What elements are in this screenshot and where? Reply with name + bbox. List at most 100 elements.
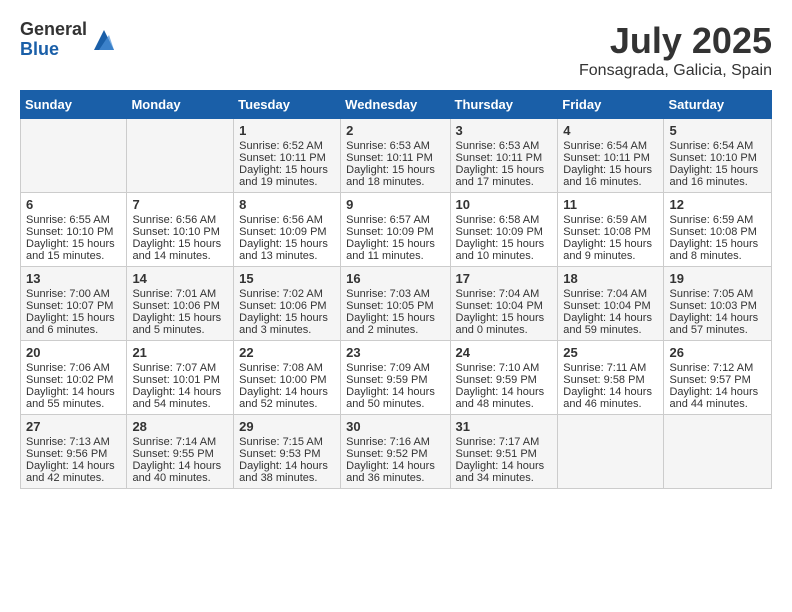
day-info: Sunset: 10:11 PM [239, 152, 335, 164]
day-info: Sunset: 10:09 PM [456, 226, 553, 238]
day-info: Daylight: 14 hours and 48 minutes. [456, 386, 553, 410]
day-info: Sunrise: 6:56 AM [239, 214, 335, 226]
day-number: 10 [456, 197, 553, 212]
calendar-cell: 23Sunrise: 7:09 AMSunset: 9:59 PMDayligh… [341, 341, 450, 415]
day-info: Daylight: 15 hours and 14 minutes. [132, 238, 228, 262]
day-number: 7 [132, 197, 228, 212]
day-info: Sunrise: 7:00 AM [26, 288, 121, 300]
day-info: Sunset: 10:08 PM [563, 226, 658, 238]
day-info: Daylight: 14 hours and 42 minutes. [26, 460, 121, 484]
day-info: Daylight: 15 hours and 9 minutes. [563, 238, 658, 262]
day-number: 19 [669, 271, 766, 286]
day-info: Daylight: 15 hours and 6 minutes. [26, 312, 121, 336]
logo-text: General Blue [20, 20, 87, 60]
calendar-cell: 1Sunrise: 6:52 AMSunset: 10:11 PMDayligh… [234, 119, 341, 193]
calendar-cell: 7Sunrise: 6:56 AMSunset: 10:10 PMDayligh… [127, 193, 234, 267]
day-info: Sunset: 9:53 PM [239, 448, 335, 460]
day-number: 22 [239, 345, 335, 360]
weekday-header-thursday: Thursday [450, 91, 558, 119]
day-info: Daylight: 15 hours and 19 minutes. [239, 164, 335, 188]
day-number: 31 [456, 419, 553, 434]
calendar-header-row: SundayMondayTuesdayWednesdayThursdayFrid… [21, 91, 772, 119]
weekday-header-wednesday: Wednesday [341, 91, 450, 119]
calendar-week-row: 27Sunrise: 7:13 AMSunset: 9:56 PMDayligh… [21, 415, 772, 489]
day-info: Sunset: 9:59 PM [346, 374, 444, 386]
calendar-week-row: 1Sunrise: 6:52 AMSunset: 10:11 PMDayligh… [21, 119, 772, 193]
day-info: Sunrise: 7:15 AM [239, 436, 335, 448]
day-info: Sunset: 9:58 PM [563, 374, 658, 386]
calendar-cell: 10Sunrise: 6:58 AMSunset: 10:09 PMDaylig… [450, 193, 558, 267]
calendar-cell: 3Sunrise: 6:53 AMSunset: 10:11 PMDayligh… [450, 119, 558, 193]
day-number: 6 [26, 197, 121, 212]
logo-icon [89, 25, 119, 55]
day-number: 12 [669, 197, 766, 212]
calendar-cell: 4Sunrise: 6:54 AMSunset: 10:11 PMDayligh… [558, 119, 664, 193]
calendar-cell: 30Sunrise: 7:16 AMSunset: 9:52 PMDayligh… [341, 415, 450, 489]
calendar-cell: 11Sunrise: 6:59 AMSunset: 10:08 PMDaylig… [558, 193, 664, 267]
logo: General Blue [20, 20, 119, 60]
day-info: Sunrise: 7:04 AM [563, 288, 658, 300]
day-number: 13 [26, 271, 121, 286]
weekday-header-saturday: Saturday [664, 91, 772, 119]
calendar-cell: 14Sunrise: 7:01 AMSunset: 10:06 PMDaylig… [127, 267, 234, 341]
day-info: Sunrise: 6:57 AM [346, 214, 444, 226]
calendar-cell: 27Sunrise: 7:13 AMSunset: 9:56 PMDayligh… [21, 415, 127, 489]
calendar-cell: 24Sunrise: 7:10 AMSunset: 9:59 PMDayligh… [450, 341, 558, 415]
calendar-cell [21, 119, 127, 193]
day-number: 17 [456, 271, 553, 286]
day-info: Sunset: 10:04 PM [563, 300, 658, 312]
day-number: 25 [563, 345, 658, 360]
calendar-cell: 19Sunrise: 7:05 AMSunset: 10:03 PMDaylig… [664, 267, 772, 341]
day-info: Sunset: 10:05 PM [346, 300, 444, 312]
calendar-cell: 31Sunrise: 7:17 AMSunset: 9:51 PMDayligh… [450, 415, 558, 489]
month-title: July 2025 [579, 20, 772, 62]
calendar-cell [127, 119, 234, 193]
day-info: Sunset: 10:07 PM [26, 300, 121, 312]
day-info: Daylight: 14 hours and 34 minutes. [456, 460, 553, 484]
day-number: 3 [456, 123, 553, 138]
day-info: Sunrise: 6:59 AM [669, 214, 766, 226]
day-info: Sunset: 9:56 PM [26, 448, 121, 460]
day-info: Sunrise: 7:03 AM [346, 288, 444, 300]
calendar-cell: 9Sunrise: 6:57 AMSunset: 10:09 PMDayligh… [341, 193, 450, 267]
calendar-week-row: 13Sunrise: 7:00 AMSunset: 10:07 PMDaylig… [21, 267, 772, 341]
day-number: 2 [346, 123, 444, 138]
day-info: Sunrise: 6:58 AM [456, 214, 553, 226]
day-info: Sunrise: 6:52 AM [239, 140, 335, 152]
day-number: 21 [132, 345, 228, 360]
day-info: Daylight: 14 hours and 52 minutes. [239, 386, 335, 410]
day-info: Sunset: 10:11 PM [563, 152, 658, 164]
day-number: 20 [26, 345, 121, 360]
logo-general: General [20, 20, 87, 40]
weekday-header-friday: Friday [558, 91, 664, 119]
calendar-cell [664, 415, 772, 489]
calendar-cell: 5Sunrise: 6:54 AMSunset: 10:10 PMDayligh… [664, 119, 772, 193]
calendar-table: SundayMondayTuesdayWednesdayThursdayFrid… [20, 90, 772, 489]
day-info: Daylight: 15 hours and 13 minutes. [239, 238, 335, 262]
day-number: 18 [563, 271, 658, 286]
day-info: Daylight: 14 hours and 40 minutes. [132, 460, 228, 484]
day-info: Sunset: 9:52 PM [346, 448, 444, 460]
calendar-week-row: 20Sunrise: 7:06 AMSunset: 10:02 PMDaylig… [21, 341, 772, 415]
day-info: Sunrise: 7:05 AM [669, 288, 766, 300]
day-info: Daylight: 15 hours and 15 minutes. [26, 238, 121, 262]
weekday-header-tuesday: Tuesday [234, 91, 341, 119]
day-info: Sunrise: 7:17 AM [456, 436, 553, 448]
day-info: Daylight: 15 hours and 3 minutes. [239, 312, 335, 336]
day-number: 23 [346, 345, 444, 360]
day-info: Sunrise: 7:10 AM [456, 362, 553, 374]
weekday-header-sunday: Sunday [21, 91, 127, 119]
day-info: Sunset: 9:59 PM [456, 374, 553, 386]
day-number: 26 [669, 345, 766, 360]
logo-blue: Blue [20, 40, 87, 60]
day-info: Sunset: 10:10 PM [132, 226, 228, 238]
calendar-cell: 8Sunrise: 6:56 AMSunset: 10:09 PMDayligh… [234, 193, 341, 267]
day-info: Daylight: 15 hours and 17 minutes. [456, 164, 553, 188]
day-info: Sunrise: 7:12 AM [669, 362, 766, 374]
day-info: Sunrise: 6:54 AM [669, 140, 766, 152]
day-info: Sunset: 10:08 PM [669, 226, 766, 238]
day-number: 14 [132, 271, 228, 286]
day-info: Sunset: 10:10 PM [26, 226, 121, 238]
day-info: Sunrise: 6:55 AM [26, 214, 121, 226]
day-info: Daylight: 15 hours and 18 minutes. [346, 164, 444, 188]
